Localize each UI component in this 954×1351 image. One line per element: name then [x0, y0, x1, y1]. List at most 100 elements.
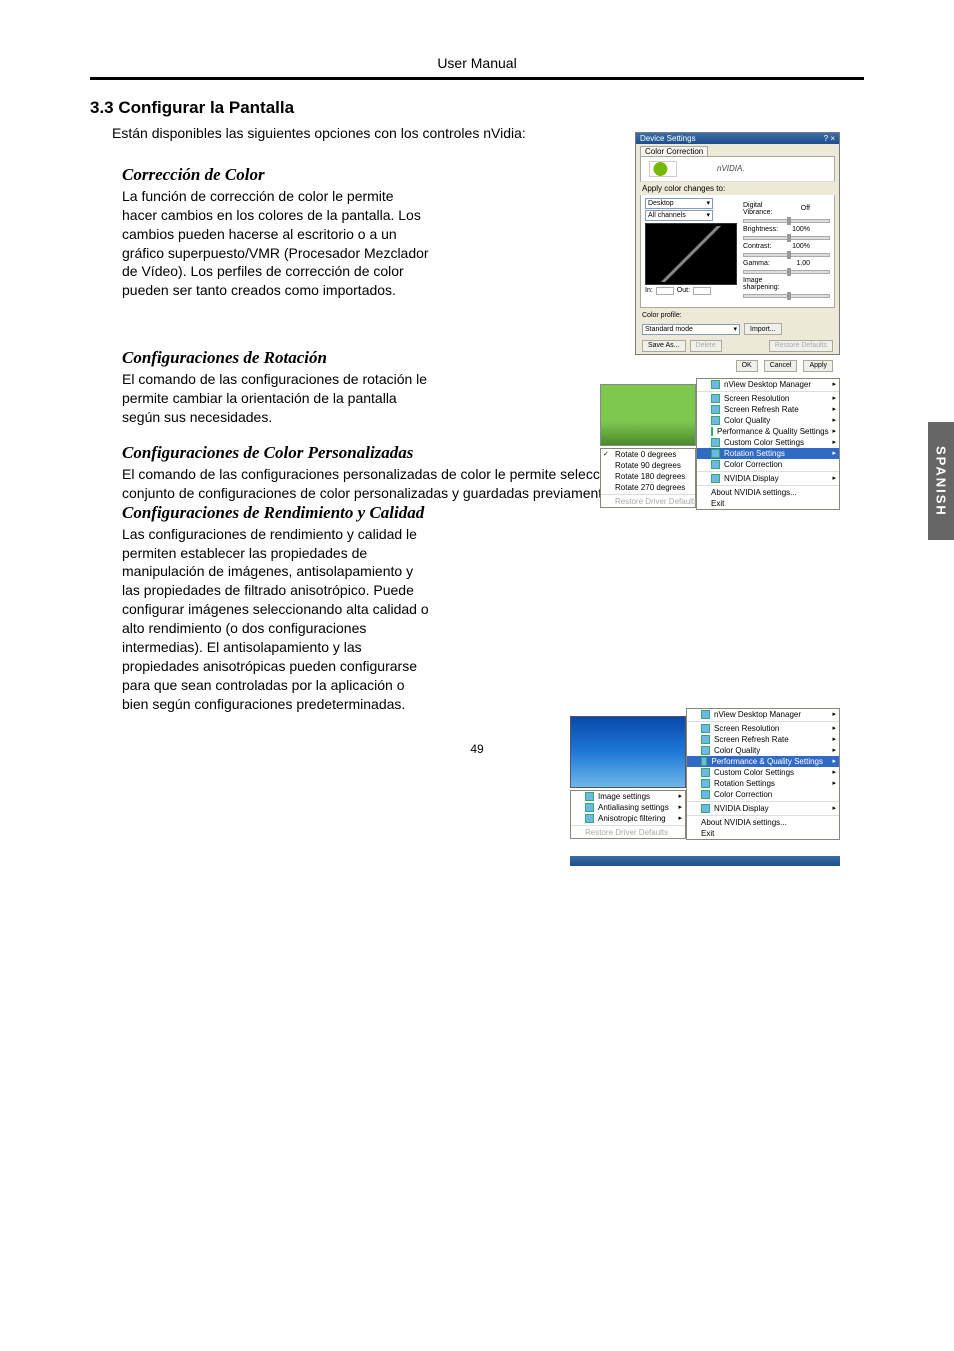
- screenshot-color-correction-dialog: Device Settings ? × Color Correction nVI…: [635, 132, 840, 355]
- in-label: In:: [645, 287, 653, 295]
- menu-rotate-180: Rotate 180 degrees: [601, 471, 695, 482]
- display-icon: [711, 474, 720, 483]
- contrast-slider: [743, 253, 830, 257]
- chevron-down-icon: ▾: [706, 211, 710, 219]
- rotate-icon: [711, 449, 720, 458]
- rotation-submenu: Rotate 0 degrees Rotate 90 degrees Rotat…: [600, 448, 696, 508]
- body-rotation: El comando de las configuraciones de rot…: [122, 370, 432, 427]
- window-titlebar: Device Settings ? ×: [636, 133, 839, 144]
- monitor-icon: [711, 380, 720, 389]
- gauge-icon: [711, 427, 713, 436]
- menu-about: About NVIDIA settings...: [687, 815, 839, 828]
- refresh-icon: [711, 405, 720, 414]
- dropdown-profile: Standard mode▾: [642, 324, 740, 335]
- swatch-icon: [711, 438, 720, 447]
- menu-anisotropic: Anisotropic filtering: [571, 813, 685, 824]
- nvidia-logo-text: nVIDIA.: [717, 164, 745, 173]
- menu-resolution: Screen Resolution: [687, 721, 839, 734]
- dv-slider: [743, 219, 830, 223]
- palette-icon: [701, 746, 710, 755]
- in-field: [656, 287, 674, 295]
- body-perf-quality: Las configuraciones de rendimiento y cal…: [122, 525, 432, 714]
- content-block: Corrección de Color La función de correc…: [122, 165, 864, 714]
- menu-custom-color: Custom Color Settings: [687, 767, 839, 778]
- language-tab: SPANISH: [928, 422, 954, 540]
- perf-submenu: Image settings Antialiasing settings Ani…: [570, 790, 686, 839]
- refresh-icon: [701, 735, 710, 744]
- profile-row: Color profile:: [636, 312, 839, 323]
- contrast-label: Contrast:: [743, 243, 785, 250]
- menu-perf-quality: Performance & Quality Settings: [687, 756, 839, 767]
- saveas-button: Save As...: [642, 340, 686, 352]
- menu-exit: Exit: [687, 828, 839, 839]
- menu-perf-quality: Performance & Quality Settings: [697, 426, 839, 437]
- brightness-label: Brightness:: [743, 226, 785, 233]
- window-title: Device Settings: [640, 134, 696, 143]
- header-title: User Manual: [90, 55, 864, 71]
- menu-nview: nView Desktop Manager: [687, 709, 839, 720]
- out-label: Out:: [677, 287, 690, 295]
- nvidia-logo-icon: [649, 161, 677, 177]
- swatch-icon: [701, 768, 710, 777]
- dropdown-target: Desktop▾: [645, 198, 713, 209]
- dropdown-channels: All channels▾: [645, 210, 713, 221]
- brightness-slider: [743, 236, 830, 240]
- menu-custom-color: Custom Color Settings: [697, 437, 839, 448]
- gamma-slider: [743, 270, 830, 274]
- restore-button: Restore Defaults: [769, 340, 833, 352]
- menu-nvidia-display: NVIDIA Display: [687, 801, 839, 814]
- heading-perf-quality: Configuraciones de Rendimiento y Calidad: [122, 503, 432, 523]
- resolution-icon: [711, 394, 720, 403]
- curves-icon: [711, 460, 720, 469]
- logo-row: nVIDIA.: [640, 156, 835, 182]
- menu-restore-defaults: Restore Driver Defaults: [571, 825, 685, 838]
- ok-button: OK: [736, 360, 758, 372]
- tab-row: Color Correction: [636, 144, 839, 156]
- cancel-button: Cancel: [764, 360, 798, 372]
- menu-rotate-270: Rotate 270 degrees: [601, 482, 695, 493]
- section-title: 3.3 Configurar la Pantalla: [90, 98, 864, 118]
- color-panel: Desktop▾ All channels▾ In: Out: Digital …: [640, 195, 835, 308]
- screenshot-perf-quality-menu: Image settings Antialiasing settings Ani…: [570, 708, 840, 866]
- curves-icon: [701, 790, 710, 799]
- window-buttons: ? ×: [824, 134, 835, 143]
- chevron-down-icon: ▾: [733, 325, 737, 333]
- body-custom-color: El comando de las configuraciones person…: [122, 465, 667, 503]
- header-rule: [90, 77, 864, 80]
- screenshot-rotation-menu: Rotate 0 degrees Rotate 90 degrees Rotat…: [600, 378, 840, 488]
- aa-icon: [585, 803, 594, 812]
- rotate-icon: [701, 779, 710, 788]
- menu-about: About NVIDIA settings...: [697, 485, 839, 498]
- preview-thumbnail: [570, 716, 686, 788]
- apply-button: Apply: [803, 360, 833, 372]
- contrast-val: 100%: [788, 243, 810, 250]
- menu-color-correction: Color Correction: [687, 789, 839, 800]
- nvidia-main-menu: nView Desktop Manager Screen Resolution …: [696, 378, 840, 510]
- gear-icon: [585, 792, 594, 801]
- preview-thumbnail: [600, 384, 696, 446]
- palette-icon: [711, 416, 720, 425]
- monitor-icon: [701, 710, 710, 719]
- dv-val: Off: [788, 205, 810, 212]
- menu-restore-defaults: Restore Driver Defaults: [601, 494, 695, 507]
- menu-rotate-0: Rotate 0 degrees: [601, 449, 695, 460]
- menu-color-quality: Color Quality: [697, 415, 839, 426]
- sharpen-label: Image sharpening:: [743, 277, 785, 291]
- menu-refresh: Screen Refresh Rate: [697, 404, 839, 415]
- profile-label: Color profile:: [642, 312, 682, 319]
- menu-resolution: Screen Resolution: [697, 391, 839, 404]
- menu-refresh: Screen Refresh Rate: [687, 734, 839, 745]
- menu-nview: nView Desktop Manager: [697, 379, 839, 390]
- gamma-curve: [645, 223, 737, 285]
- import-button: Import...: [744, 323, 782, 335]
- delete-button: Delete: [690, 340, 722, 352]
- menu-rotate-90: Rotate 90 degrees: [601, 460, 695, 471]
- menu-color-correction: Color Correction: [697, 459, 839, 470]
- page: User Manual 3.3 Configurar la Pantalla E…: [0, 0, 954, 816]
- menu-color-quality: Color Quality: [687, 745, 839, 756]
- gauge-icon: [701, 757, 707, 766]
- taskbar: [570, 856, 840, 866]
- menu-rotation-settings: Rotation Settings: [687, 778, 839, 789]
- menu-image-settings: Image settings: [571, 791, 685, 802]
- dv-label: Digital Vibrance:: [743, 202, 785, 216]
